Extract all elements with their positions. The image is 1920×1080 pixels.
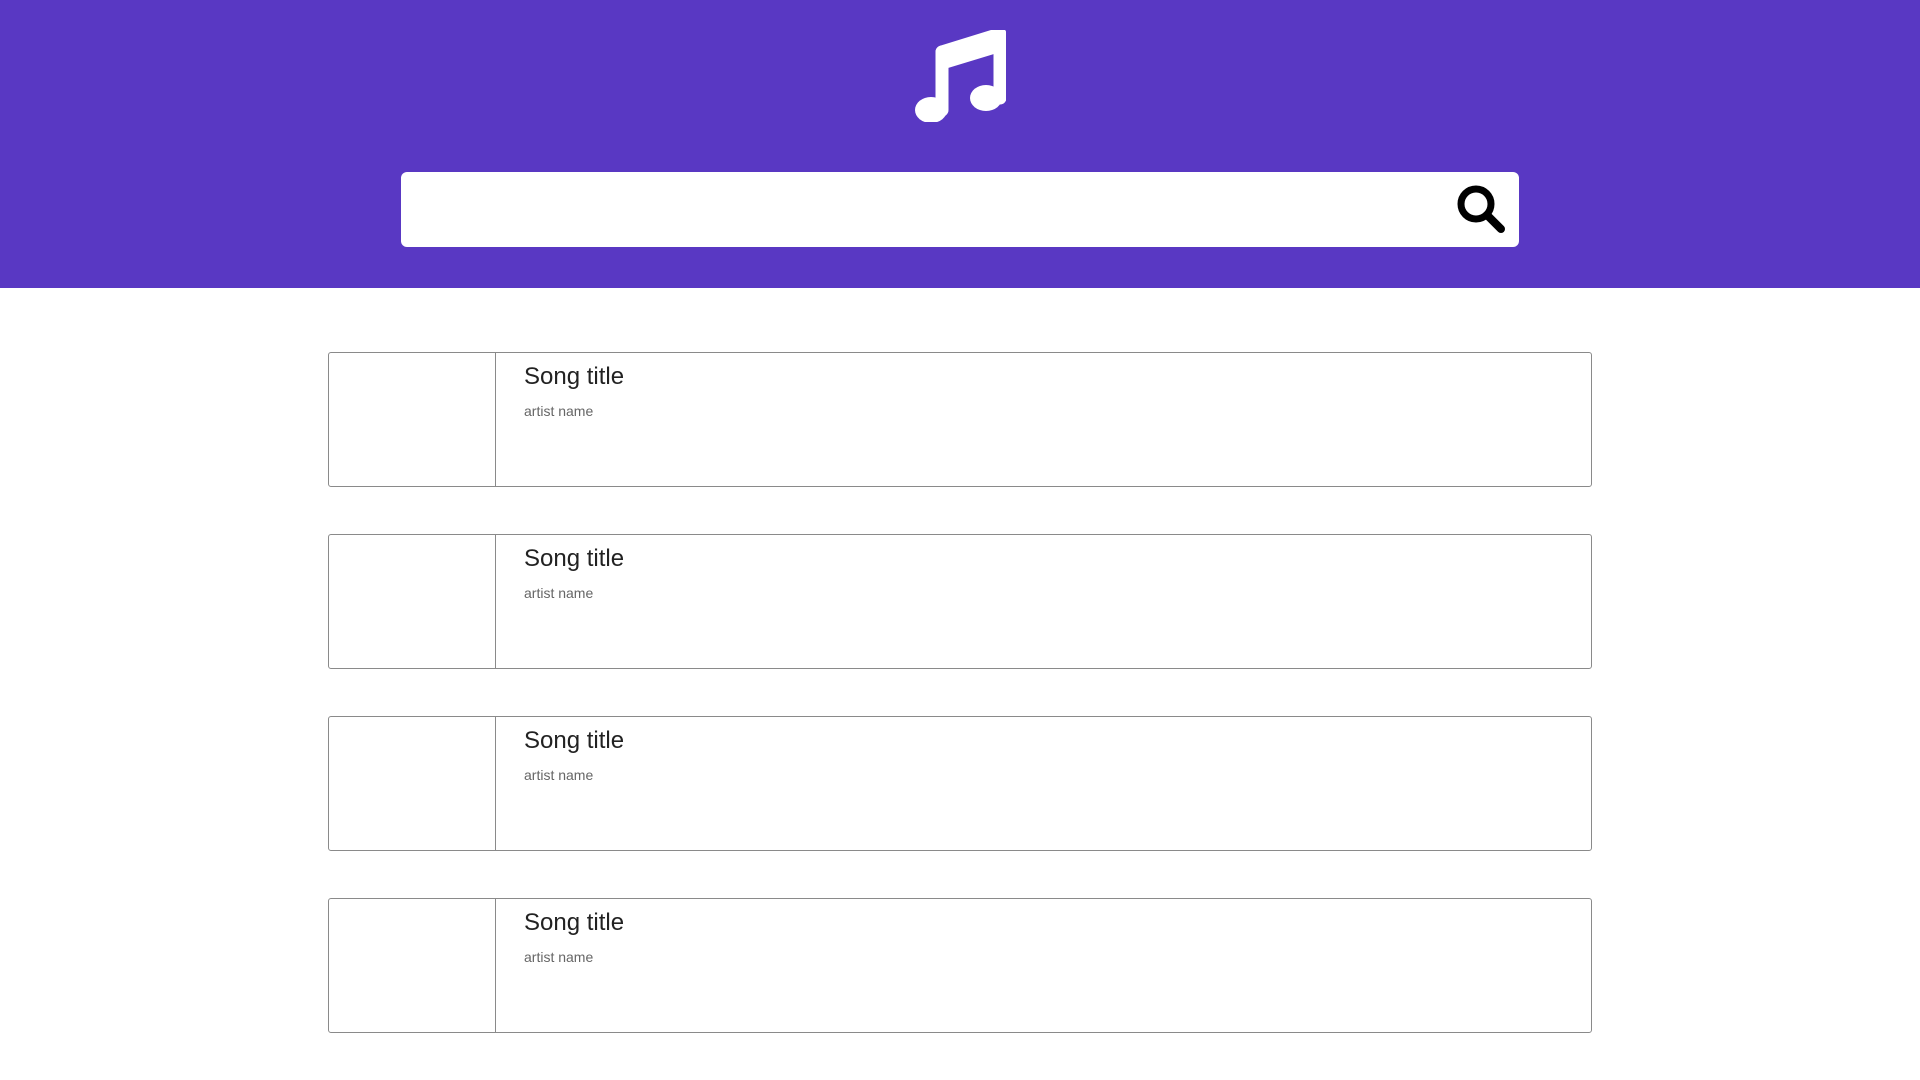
- artist-name: artist name: [524, 585, 594, 601]
- song-title: Song title: [524, 363, 625, 390]
- artist-name: artist name: [524, 403, 594, 419]
- search-input[interactable]: [419, 172, 1443, 249]
- song-title: Song title: [524, 545, 625, 572]
- song-list: Song title artist name Song title artist…: [328, 352, 1592, 1080]
- song-card[interactable]: Song title artist name: [328, 534, 1592, 669]
- album-art: [329, 535, 496, 668]
- artist-name: artist name: [524, 949, 594, 965]
- song-title: Song title: [524, 909, 625, 936]
- album-art: [329, 717, 496, 850]
- album-art: [329, 353, 496, 486]
- search-button[interactable]: [1451, 180, 1511, 240]
- search-bar: [401, 172, 1519, 249]
- song-card[interactable]: Song title artist name: [328, 716, 1592, 851]
- header-bar: [0, 0, 1920, 288]
- song-title: Song title: [524, 727, 625, 754]
- song-card[interactable]: Song title artist name: [328, 352, 1592, 487]
- song-card[interactable]: Song title artist name: [328, 898, 1592, 1033]
- album-art: [329, 899, 496, 1032]
- search-icon: [1457, 185, 1505, 233]
- artist-name: artist name: [524, 767, 594, 783]
- music-note-icon: [915, 30, 1006, 122]
